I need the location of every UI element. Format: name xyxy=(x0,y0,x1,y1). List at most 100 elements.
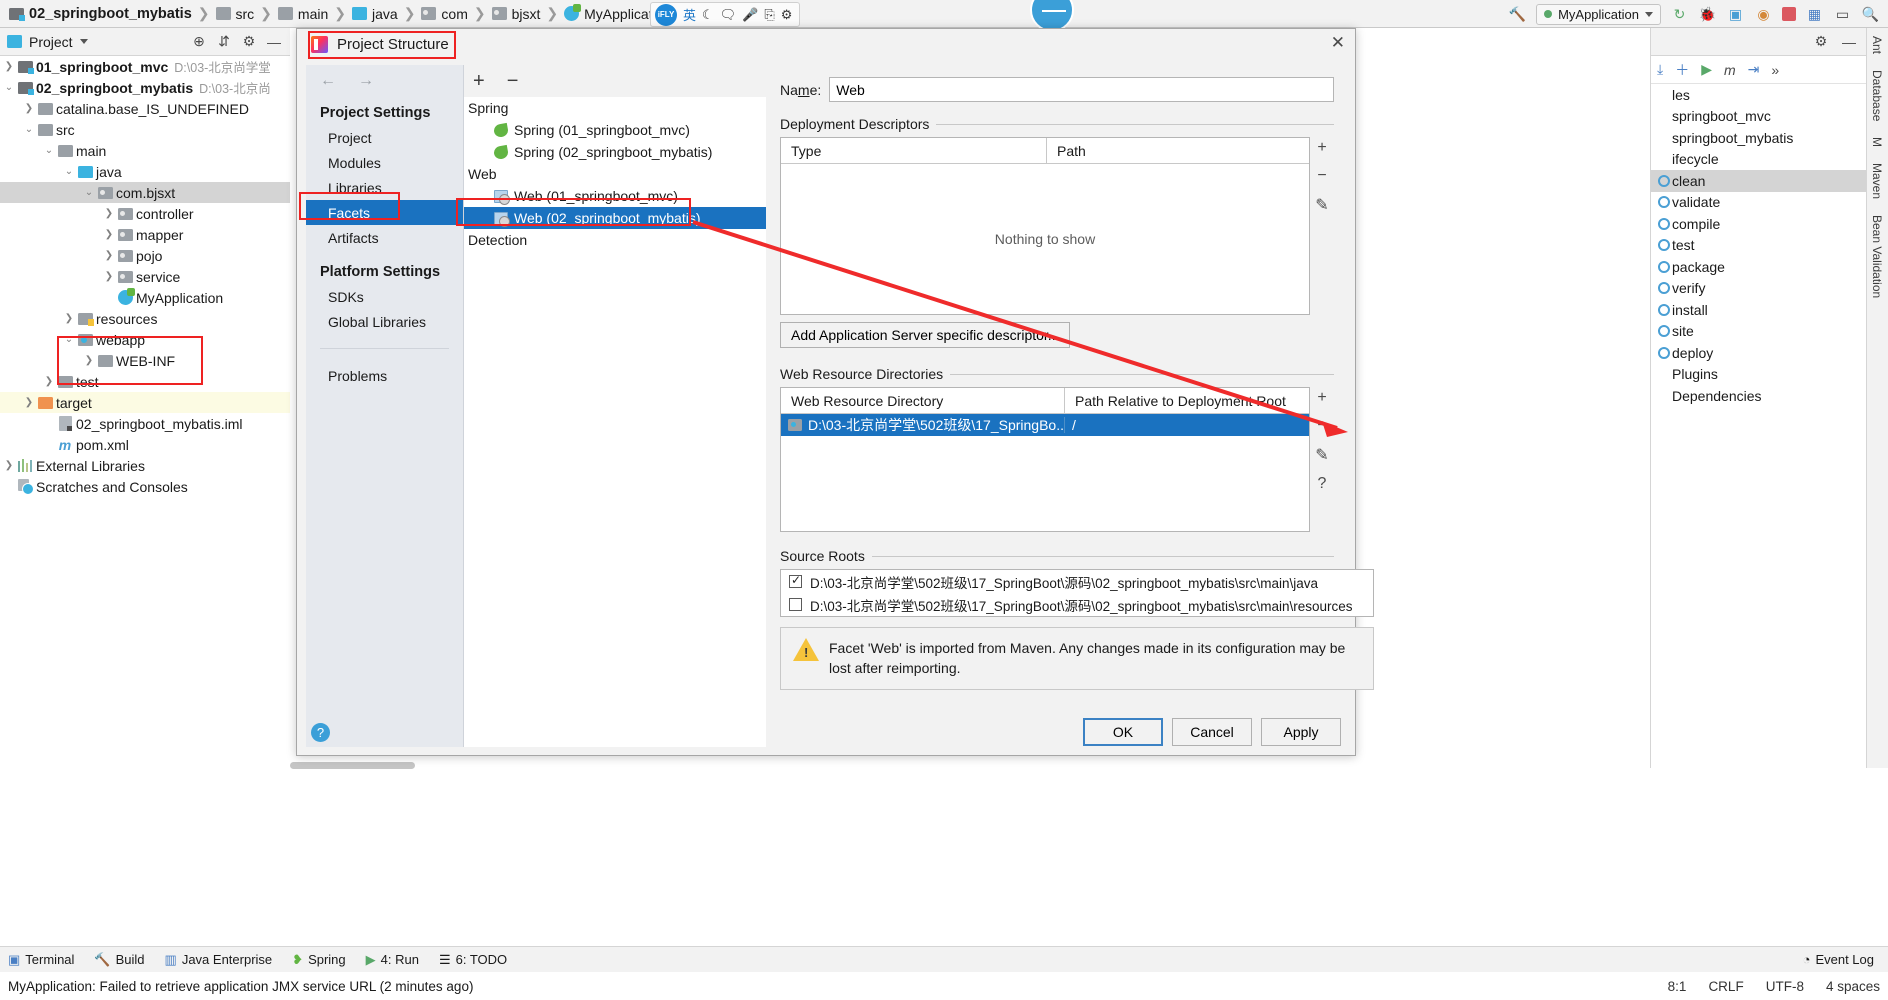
tool-tab-bean-validation[interactable]: Bean Validation xyxy=(1867,207,1887,306)
collapse-arrow-icon[interactable]: ⌄ xyxy=(62,166,76,177)
facet-item-spring-mvc[interactable]: Spring (01_springboot_mvc) xyxy=(464,119,766,141)
expand-arrow-icon[interactable]: ❯ xyxy=(62,313,76,324)
tree-row[interactable]: ❯ WEB-INF xyxy=(0,350,290,371)
tree-row[interactable]: ❯ resources xyxy=(0,308,290,329)
tree-row[interactable]: ❯ External Libraries xyxy=(0,455,290,476)
maven-item[interactable]: springboot_mvc xyxy=(1651,106,1866,128)
add-icon[interactable]: ＋ xyxy=(1675,60,1689,80)
tree-row[interactable]: ❯ service xyxy=(0,266,290,287)
maven-tree[interactable]: les springboot_mvc springboot_mybatis if… xyxy=(1651,84,1866,407)
checkbox-icon[interactable] xyxy=(789,573,802,588)
maven-item-test[interactable]: test xyxy=(1651,235,1866,257)
maven-item-plugins[interactable]: Plugins xyxy=(1651,364,1866,386)
maven-item[interactable]: springboot_mybatis xyxy=(1651,127,1866,149)
project-structure-dialog[interactable]: Project Structure ✕ ← → Project Settings… xyxy=(296,28,1374,756)
breadcrumb-item-java[interactable]: java xyxy=(349,0,401,28)
coverage-icon[interactable]: ▣ xyxy=(1726,5,1745,24)
tree-row[interactable]: ❯ test xyxy=(0,371,290,392)
remove-icon[interactable]: − xyxy=(1317,167,1326,185)
tool-tab-maven[interactable]: Maven xyxy=(1867,155,1887,207)
status-item-spring[interactable]: ❥ Spring xyxy=(292,952,345,968)
download-icon[interactable]: ⤓ xyxy=(1657,61,1663,78)
remove-facet-icon[interactable]: − xyxy=(507,70,519,93)
facet-item-web-mybatis[interactable]: Web (02_springboot_mybatis) xyxy=(464,207,766,229)
tree-row-selected[interactable]: ⌄ com.bjsxt xyxy=(0,182,290,203)
tree-row[interactable]: m pom.xml xyxy=(0,434,290,455)
toggle-icon[interactable]: ⇥ xyxy=(1748,61,1760,78)
maven-item-deploy[interactable]: deploy xyxy=(1651,342,1866,364)
minimize-icon[interactable]: — xyxy=(265,34,283,50)
tool-tab-m[interactable]: M xyxy=(1867,129,1887,155)
search-icon[interactable]: 🔍 xyxy=(1861,5,1880,24)
layout-icon[interactable]: ▦ xyxy=(1805,5,1824,24)
tree-row[interactable]: ❯ pojo xyxy=(0,245,290,266)
tree-row[interactable]: ⌄ java xyxy=(0,161,290,182)
close-icon[interactable]: ✕ xyxy=(1331,33,1345,53)
chevron-down-icon[interactable] xyxy=(79,39,88,44)
cancel-button[interactable]: Cancel xyxy=(1172,718,1252,746)
horizontal-scrollbar[interactable] xyxy=(290,760,1290,769)
maven-item-package[interactable]: package xyxy=(1651,256,1866,278)
web-resource-directories-table[interactable]: Web Resource Directory Path Relative to … xyxy=(780,387,1310,532)
maven-item-site[interactable]: site xyxy=(1651,321,1866,343)
tree-row[interactable]: ❯ catalina.base_IS_UNDEFINED xyxy=(0,98,290,119)
event-log-button[interactable]: ◔ Event Log xyxy=(1803,952,1888,967)
source-roots-list[interactable]: D:\03-北京尚学堂\502班级\17_SpringBoot\源码\02_sp… xyxy=(780,569,1374,617)
expand-arrow-icon[interactable]: ❯ xyxy=(102,229,116,240)
facet-name-input[interactable] xyxy=(829,77,1334,102)
expand-arrow-icon[interactable]: ❯ xyxy=(82,355,96,366)
scrollbar-thumb[interactable] xyxy=(290,762,415,769)
forward-arrow-icon[interactable]: → xyxy=(358,72,374,90)
tree-row[interactable]: ⌄ 02_springboot_mybatis D:\03-北京尚 xyxy=(0,77,290,98)
ifly-input-widget[interactable]: iFLY 英 ☾ 🗨 🎤 ⎘ ⚙ xyxy=(650,2,800,27)
checkbox-icon[interactable] xyxy=(789,598,802,611)
tree-row[interactable]: ⌄ webapp xyxy=(0,329,290,350)
maven-item[interactable]: ifecycle xyxy=(1651,149,1866,171)
ifly-chat-icon[interactable]: 🗨 xyxy=(720,7,737,23)
expand-arrow-icon[interactable]: ❯ xyxy=(102,271,116,282)
collapse-arrow-icon[interactable]: ⌄ xyxy=(2,82,16,93)
tree-row[interactable]: ⌄ src xyxy=(0,119,290,140)
ifly-lang-icon[interactable]: 英 xyxy=(683,5,696,24)
edit-icon[interactable]: ✎ xyxy=(1315,445,1328,465)
expand-arrow-icon[interactable]: ❯ xyxy=(2,460,16,471)
nav-item-project[interactable]: Project xyxy=(306,125,463,150)
collapse-arrow-icon[interactable]: ⌄ xyxy=(42,145,56,156)
nav-item-global-libraries[interactable]: Global Libraries xyxy=(306,309,463,334)
tree-row[interactable]: ❯ controller xyxy=(0,203,290,224)
tool-tab-database[interactable]: Database xyxy=(1867,62,1887,129)
ok-button[interactable]: OK xyxy=(1083,718,1163,746)
status-item-java-enterprise[interactable]: ▥ Java Enterprise xyxy=(165,952,273,968)
remove-icon[interactable]: − xyxy=(1317,417,1326,435)
collapse-arrow-icon[interactable]: ⌄ xyxy=(62,334,76,345)
ifly-copy-icon[interactable]: ⎘ xyxy=(764,7,774,23)
expand-arrow-icon[interactable]: ❯ xyxy=(22,397,36,408)
maven-item-dependencies[interactable]: Dependencies xyxy=(1651,385,1866,407)
indent-setting[interactable]: 4 spaces xyxy=(1826,979,1880,994)
status-item-todo[interactable]: ☰ 6: TODO xyxy=(439,952,507,968)
tree-row[interactable]: ❯ 01_springboot_mvc D:\03-北京尚学堂 xyxy=(0,56,290,77)
rerun-icon[interactable]: ↻ xyxy=(1670,5,1689,24)
breadcrumb-item-src[interactable]: src xyxy=(213,0,258,28)
line-separator[interactable]: CRLF xyxy=(1708,979,1743,994)
deployment-descriptors-table[interactable]: Type Path Nothing to show xyxy=(780,137,1310,315)
edit-icon[interactable]: ✎ xyxy=(1315,195,1328,215)
tree-row[interactable]: Scratches and Consoles xyxy=(0,476,290,497)
gear-icon[interactable]: ⚙ xyxy=(240,33,258,50)
m-icon[interactable]: m xyxy=(1724,62,1736,78)
nav-item-facets[interactable]: Facets xyxy=(306,200,463,225)
expand-arrow-icon[interactable]: ❯ xyxy=(2,61,16,72)
expand-arrow-icon[interactable]: ❯ xyxy=(42,376,56,387)
add-app-server-descriptor-button[interactable]: Add Application Server specific descript… xyxy=(780,322,1071,348)
facet-item-web-mvc[interactable]: Web (01_springboot_mvc) xyxy=(464,185,766,207)
status-item-run[interactable]: ▶ 4: Run xyxy=(366,952,419,968)
breadcrumb-item-main[interactable]: main xyxy=(275,0,331,28)
maven-item[interactable]: les xyxy=(1651,84,1866,106)
tree-row[interactable]: 02_springboot_mybatis.iml xyxy=(0,413,290,434)
dialog-nav-panel[interactable]: ← → Project Settings Project Modules Lib… xyxy=(306,65,464,747)
add-icon[interactable]: + xyxy=(1317,139,1326,157)
breadcrumb-item-com[interactable]: com xyxy=(418,0,470,28)
maven-item-clean[interactable]: clean xyxy=(1651,170,1866,192)
nav-item-artifacts[interactable]: Artifacts xyxy=(306,225,463,250)
more-icon[interactable]: » xyxy=(1771,62,1779,78)
